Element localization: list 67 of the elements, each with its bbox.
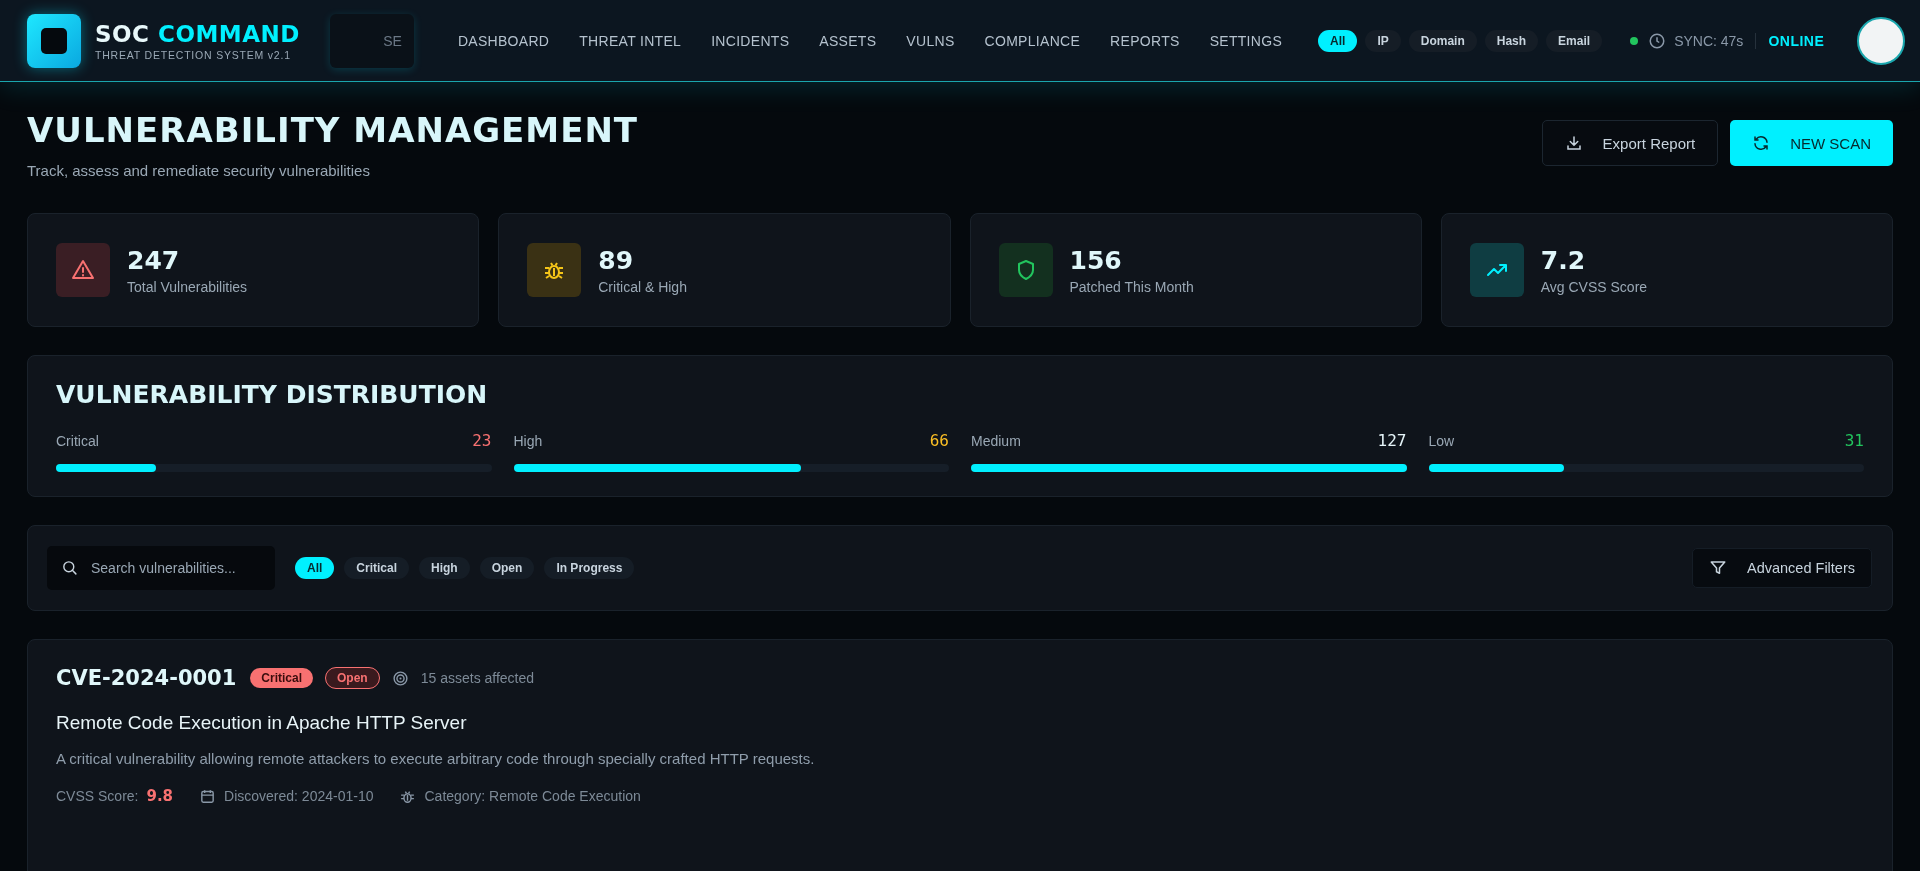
- severity-tag: Critical: [250, 668, 314, 688]
- stat-label: Critical & High: [598, 278, 687, 295]
- sync-timer: SYNC: 47s: [1674, 32, 1757, 49]
- nav-link[interactable]: INCIDENTS: [711, 32, 790, 49]
- stat-value: 89: [598, 245, 635, 275]
- cve-id: CVE-2024-0001: [56, 666, 237, 690]
- nav-link[interactable]: VULNS: [906, 32, 955, 49]
- nav-link[interactable]: ASSETS: [819, 32, 877, 49]
- assets-count: 15 assets affected: [420, 670, 535, 686]
- vulnerability-description: A critical vulnerability allowing remote attackers to execute arbitrary code through specially crafted HTTP requests.: [56, 750, 816, 767]
- advanced-filters-button[interactable]: Advanced Filters: [1692, 548, 1872, 588]
- filter-chip[interactable]: Email: [1546, 29, 1603, 52]
- status-tag: Open: [325, 667, 380, 689]
- severity-count: 127: [1377, 431, 1407, 450]
- nav-link[interactable]: SETTINGS: [1209, 32, 1283, 49]
- discovered-date: Discovered: 2024-01-10: [224, 788, 374, 804]
- stat-value: 247: [127, 245, 181, 275]
- page-subtitle: Track, assess and remediate security vulnerabilities: [27, 162, 371, 179]
- severity-label: Low: [1428, 432, 1455, 449]
- new-scan-button[interactable]: NEW SCAN: [1730, 120, 1893, 166]
- filter-chip[interactable]: Critical: [344, 557, 410, 579]
- stat-value: 7.2: [1540, 245, 1587, 275]
- status-dot-icon: [1630, 36, 1639, 45]
- brand-name: SOC COMMAND: [95, 20, 300, 47]
- stat-value: 156: [1069, 245, 1123, 275]
- filter-chip[interactable]: All: [1318, 29, 1358, 52]
- severity-label: Medium: [971, 432, 1021, 449]
- severity-label: High: [513, 432, 543, 449]
- severity-count: 23: [472, 431, 492, 450]
- download-icon: [1564, 134, 1583, 152]
- nav-link[interactable]: THREAT INTEL: [579, 32, 682, 49]
- avatar[interactable]: [1857, 16, 1905, 65]
- severity-count: 66: [929, 431, 949, 450]
- brand-subtitle: THREAT DETECTION SYSTEM v2.1: [95, 48, 292, 61]
- refresh-icon: [1752, 134, 1771, 152]
- filter-chip[interactable]: Open: [479, 557, 535, 579]
- search-field[interactable]: Search vulnerabilities...: [47, 546, 275, 590]
- export-button[interactable]: Export Report: [1541, 120, 1719, 166]
- stat-label: Avg CVSS Score: [1540, 278, 1648, 295]
- section-title: VULNERABILITY DISTRIBUTION: [56, 380, 489, 409]
- status-label: ONLINE: [1768, 32, 1825, 49]
- severity-count: 31: [1844, 431, 1864, 450]
- calendar-icon: [199, 787, 217, 805]
- cvss-score: 9.8: [146, 787, 174, 805]
- logo-icon: [27, 13, 81, 68]
- filter-chip[interactable]: In Progress: [544, 557, 635, 579]
- filter-chip[interactable]: Hash: [1484, 29, 1539, 52]
- category-label: Category: Remote Code Execution: [424, 788, 641, 804]
- nav-link[interactable]: DASHBOARD: [457, 32, 550, 49]
- stat-label: Total Vulnerabilities: [127, 278, 248, 295]
- cvss-label: CVSS Score:: [56, 788, 139, 804]
- filter-icon: [1709, 559, 1727, 577]
- filter-chip[interactable]: High: [419, 557, 470, 579]
- severity-label: Critical: [56, 432, 99, 449]
- filter-chip[interactable]: All: [295, 557, 335, 579]
- filter-chip[interactable]: IP: [1365, 29, 1401, 52]
- vulnerability-title: Remote Code Execution in Apache HTTP Server: [56, 712, 468, 734]
- stat-label: Patched This Month: [1069, 278, 1194, 295]
- clock-icon: [1648, 31, 1667, 50]
- target-icon: [391, 669, 409, 687]
- search-field[interactable]: SE: [329, 13, 414, 68]
- filter-chip[interactable]: Domain: [1408, 29, 1477, 52]
- nav-link[interactable]: COMPLIANCE: [984, 32, 1081, 49]
- page-title: VULNERABILITY MANAGEMENT: [27, 110, 639, 150]
- search-icon: [61, 559, 78, 576]
- warning-icon: [71, 258, 95, 282]
- nav-link[interactable]: REPORTS: [1110, 32, 1180, 49]
